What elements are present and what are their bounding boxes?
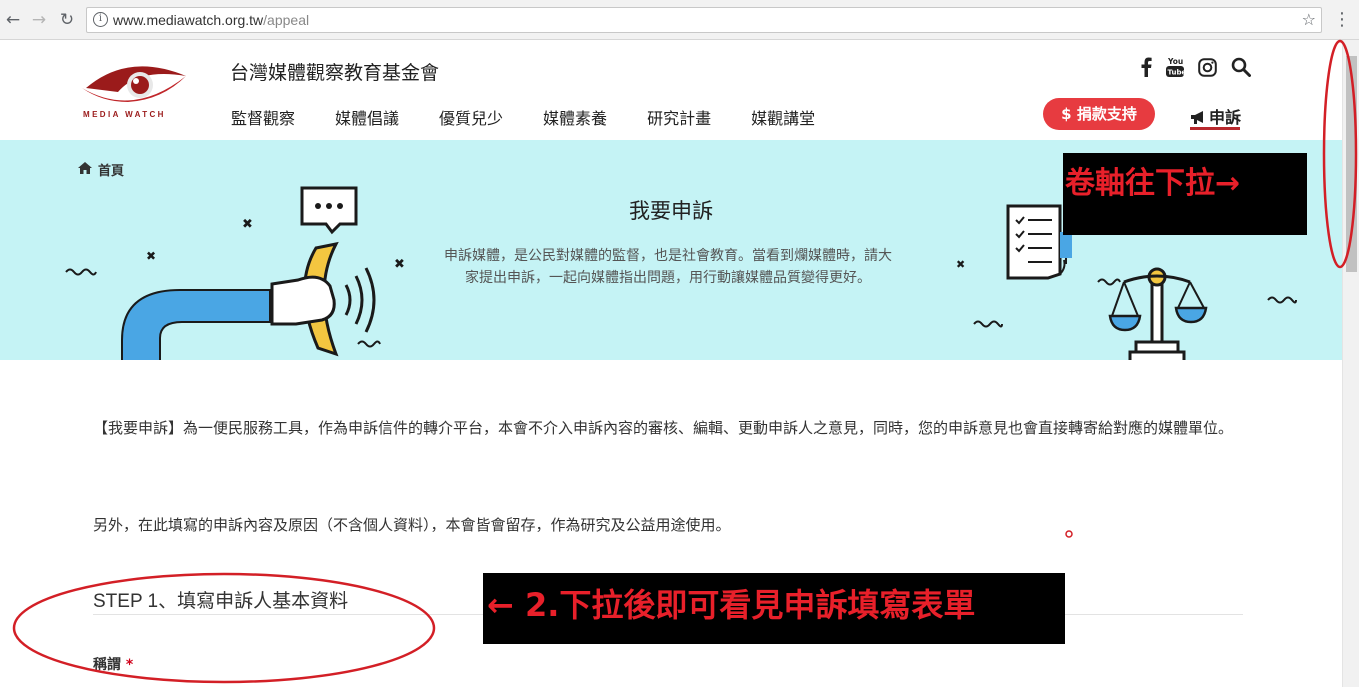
logo-text: MEDIA WATCH: [83, 110, 166, 119]
notice-paragraph: 另外，在此填寫的申訴內容及原因（不含個人資料），本會皆會留存，作為研究及公益用途…: [93, 516, 731, 534]
info-icon[interactable]: i: [93, 12, 108, 27]
nav-item-lecture[interactable]: 媒觀講堂: [751, 105, 815, 129]
page-scrollbar[interactable]: [1342, 40, 1359, 687]
url-text[interactable]: www.mediawatch.org.tw/appeal: [113, 12, 309, 28]
vertical-dots-icon[interactable]: ⋮: [1333, 9, 1351, 31]
facebook-icon[interactable]: [1140, 56, 1152, 78]
breadcrumb-home[interactable]: 首頁: [98, 160, 124, 179]
hero-description: 申訴媒體，是公民對媒體的監督，也是社會教育。當看到爛媒體時，請大家提出申訴，一起…: [444, 248, 892, 286]
url-path: /appeal: [263, 12, 310, 28]
step-1-heading: STEP 1、填寫申訴人基本資料: [93, 591, 349, 612]
intro-paragraph: 【我要申訴】為一便民服務工具，作為申訴信件的轉介平台，本會不介入申訴內容的審核、…: [93, 419, 1234, 437]
required-mark: *: [125, 657, 134, 673]
url-host: www.mediawatch.org.tw: [113, 12, 264, 28]
svg-text:✖: ✖: [146, 249, 156, 263]
donate-button[interactable]: $ 捐款支持: [1043, 98, 1155, 130]
forward-arrow-icon[interactable]: →: [28, 9, 50, 31]
org-name[interactable]: 台灣媒體觀察教育基金會: [230, 58, 439, 85]
svg-text:Tube: Tube: [1168, 69, 1185, 77]
main-nav: 監督觀察 媒體倡議 優質兒少 媒體素養 研究計畫 媒觀講堂: [231, 105, 855, 129]
youtube-icon[interactable]: You Tube: [1166, 56, 1184, 78]
star-icon[interactable]: ☆: [1302, 10, 1316, 29]
nav-item-youth[interactable]: 優質兒少: [439, 105, 503, 129]
browser-toolbar: ← → ↻ i www.mediawatch.org.tw/appeal ☆ ⋮: [0, 0, 1359, 40]
scrollbar-thumb[interactable]: [1346, 56, 1357, 272]
title-field-label: 稱謂 *: [93, 654, 133, 674]
nav-item-monitor[interactable]: 監督觀察: [231, 105, 295, 129]
annotation-form-note: ← 2.下拉後即可看見申訴填寫表單: [483, 573, 1065, 644]
breadcrumb[interactable]: 首頁: [78, 160, 124, 179]
social-links: You Tube: [1140, 56, 1265, 78]
appeal-nav-label: 申訴: [1209, 108, 1242, 127]
nav-item-research[interactable]: 研究計畫: [647, 105, 711, 129]
field-label-text: 稱謂: [93, 657, 121, 673]
eye-logo-icon: [82, 66, 186, 102]
svg-text:✖: ✖: [956, 258, 965, 271]
svg-text:✖: ✖: [394, 257, 405, 272]
nav-item-advocacy[interactable]: 媒體倡議: [335, 105, 399, 129]
address-bar[interactable]: i www.mediawatch.org.tw/appeal ☆: [86, 7, 1322, 33]
active-underline: [1190, 127, 1240, 130]
reload-icon[interactable]: ↻: [56, 9, 78, 31]
search-icon[interactable]: [1231, 56, 1251, 78]
instagram-icon[interactable]: [1198, 56, 1217, 78]
back-arrow-icon[interactable]: ←: [2, 9, 24, 31]
nav-item-literacy[interactable]: 媒體素養: [543, 105, 607, 129]
home-icon: [78, 161, 92, 178]
annotation-scroll-note: 卷軸往下拉→: [1063, 153, 1307, 235]
site-logo[interactable]: MEDIA WATCH: [78, 58, 190, 122]
svg-text:You: You: [1167, 57, 1183, 66]
appeal-nav-link[interactable]: 申訴: [1190, 104, 1242, 130]
